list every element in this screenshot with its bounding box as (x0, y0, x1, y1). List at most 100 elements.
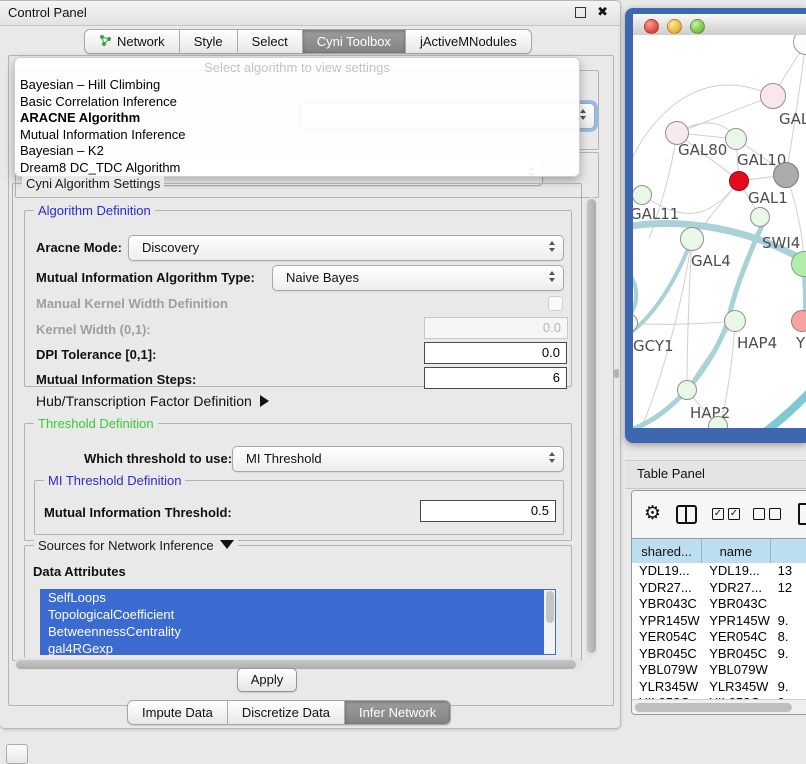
network-node-gal10[interactable] (725, 128, 747, 150)
checked-box-icon[interactable]: ✓ (712, 508, 724, 520)
attribute-item[interactable]: TopologicalCoefficient (40, 606, 556, 623)
control-panel-titlebar: Control Panel ✖ (0, 1, 620, 26)
close-icon[interactable]: ✖ (597, 4, 608, 20)
settings-horizontal-scrollbar[interactable] (14, 658, 582, 670)
which-threshold-value: MI Threshold (246, 451, 322, 466)
column-header-clipped[interactable] (771, 539, 806, 563)
table-cell: YPR145W (632, 613, 702, 630)
float-icon[interactable] (575, 7, 586, 18)
minimize-traffic-light[interactable] (667, 19, 682, 34)
manual-kernel-label: Manual Kernel Width Definition (36, 296, 228, 311)
attribute-item[interactable]: BetweennessCentrality (40, 623, 556, 640)
tab-discretize-data[interactable]: Discretize Data (228, 701, 345, 724)
table-cell: YDR27... (702, 580, 770, 597)
hub-definition-expander[interactable]: Hub/Transcription Factor Definition (36, 393, 269, 409)
network-node-hap4[interactable] (724, 310, 746, 332)
scrollbar-thumb[interactable] (16, 660, 576, 669)
tab-label: jActiveMNodules (420, 34, 517, 49)
tab-label: Cyni Toolbox (317, 34, 391, 49)
column-header-shared-name[interactable]: shared... (632, 539, 702, 563)
bottom-tabbar: Impute DataDiscretize DataInfer Network (127, 700, 451, 725)
desktop: { "control_panel": { "title": "Control P… (0, 0, 806, 762)
network-node-gal[interactable] (760, 83, 786, 109)
algorithm-option[interactable]: Basic Correlation Inference (15, 94, 579, 111)
algorithm-option[interactable]: ARACNE Algorithm (15, 110, 579, 127)
collapsed-panel-button[interactable] (6, 744, 28, 764)
table-cell: YBR043C (702, 596, 770, 613)
tab-network[interactable]: Network (85, 30, 180, 53)
mi-threshold-field[interactable]: 0.5 (420, 500, 556, 522)
network-node-y[interactable] (791, 310, 806, 332)
which-threshold-combo[interactable]: MI Threshold (232, 446, 564, 472)
threshold-definition-title: Threshold Definition (34, 416, 158, 431)
table-row[interactable]: YBR045CYBR045C9. (632, 646, 806, 663)
tab-style[interactable]: Style (180, 30, 238, 53)
scrollbar-thumb[interactable] (635, 703, 792, 712)
algorithm-option[interactable]: Dream8 DC_TDC Algorithm (15, 160, 579, 177)
page-icon[interactable] (798, 503, 806, 525)
apply-button[interactable]: Apply (237, 668, 297, 692)
table-row[interactable]: YDL19...YDL19...13 (632, 563, 806, 580)
table-row[interactable]: YBL079WYBL079W (632, 662, 806, 679)
tab-impute-data[interactable]: Impute Data (128, 701, 228, 724)
table-cell: YLR345W (632, 679, 702, 696)
unchecked-box-icon[interactable] (753, 508, 765, 520)
mi-type-label: Mutual Information Algorithm Type: (36, 270, 255, 285)
table-row[interactable]: YLR345WYLR345W9. (632, 679, 806, 696)
tab-infer-network[interactable]: Infer Network (345, 701, 450, 724)
attribute-list-scrollbar[interactable] (544, 590, 555, 654)
mi-steps-field[interactable]: 6 (424, 367, 567, 389)
tab-select[interactable]: Select (238, 30, 303, 53)
table-row[interactable]: YER054CYER054C8. (632, 629, 806, 646)
table-cell: YBR045C (632, 646, 702, 663)
table-row[interactable]: YBR043CYBR043C (632, 596, 806, 613)
column-header-name[interactable]: name (702, 539, 770, 563)
close-traffic-light[interactable] (644, 19, 659, 34)
mi-threshold-title: MI Threshold Definition (44, 473, 185, 488)
network-node-swi4[interactable] (750, 207, 770, 227)
table-panel-window: ⚙ ✓ ✓ shared... name YDL19...YDL19...13Y… (631, 490, 806, 715)
network-node[interactable] (773, 162, 799, 188)
network-view-window: GALGAL80GAL10GAL1GAL11SWI4GAL4HAP4YGCY1H… (625, 8, 806, 443)
network-canvas[interactable]: GALGAL80GAL10GAL1GAL11SWI4GAL4HAP4YGCY1H… (633, 35, 806, 428)
network-node-gal1[interactable] (729, 171, 749, 191)
table-toolbar: ⚙ ✓ ✓ (632, 491, 806, 538)
network-icon (99, 34, 117, 50)
tab-cyni-toolbox[interactable]: Cyni Toolbox (303, 30, 406, 53)
table-cell: YBR043C (632, 596, 702, 613)
table-cell: YDR27... (632, 580, 702, 597)
table-cell: 13 (771, 563, 806, 580)
table-row[interactable]: YPR145WYPR145W9. (632, 613, 806, 630)
attribute-item[interactable]: SelfLoops (40, 589, 556, 606)
zoom-traffic-light[interactable] (690, 19, 705, 34)
network-node-gal11[interactable] (633, 185, 652, 205)
scrollbar-thumb[interactable] (587, 199, 596, 653)
attribute-item[interactable]: gal4RGexp (40, 640, 556, 655)
split-columns-icon[interactable] (676, 505, 697, 524)
table-panel-title: Table Panel (637, 466, 705, 481)
table-cell: 9. (771, 679, 806, 696)
algorithm-option[interactable]: Mutual Information Inference (15, 127, 579, 144)
network-node-hap2[interactable] (677, 380, 697, 400)
algorithm-option[interactable]: Bayesian – K2 (15, 143, 579, 160)
algorithm-option[interactable]: Bayesian – Hill Climbing (15, 77, 579, 94)
gear-icon[interactable]: ⚙ (644, 502, 661, 525)
sources-expander[interactable]: Sources for Network Inference (34, 538, 238, 553)
checked-box-icon[interactable]: ✓ (728, 508, 740, 520)
table-cell: 8. (771, 629, 806, 646)
dpi-tolerance-field[interactable]: 0.0 (424, 342, 567, 364)
aracne-mode-combo[interactable]: Discovery (128, 235, 564, 261)
settings-vertical-scrollbar[interactable] (585, 197, 597, 657)
splitter-handle[interactable] (614, 369, 619, 378)
node-label-gal80: GAL80 (678, 141, 727, 159)
tab-jactivemnodules[interactable]: jActiveMNodules (406, 30, 531, 53)
combo-arrows-icon (549, 452, 555, 463)
table-row[interactable]: YDR27...YDR27...12 (632, 580, 806, 597)
table-body: YDL19...YDL19...13YDR27...YDR27...12YBR0… (632, 563, 806, 699)
table-cell: YER054C (702, 629, 770, 646)
network-window-titlebar (633, 14, 806, 36)
unchecked-box-icon[interactable] (769, 508, 781, 520)
table-horizontal-scrollbar[interactable] (632, 699, 806, 715)
mi-type-combo[interactable]: Naive Bayes (272, 265, 564, 291)
network-node-gal4[interactable] (680, 227, 704, 251)
